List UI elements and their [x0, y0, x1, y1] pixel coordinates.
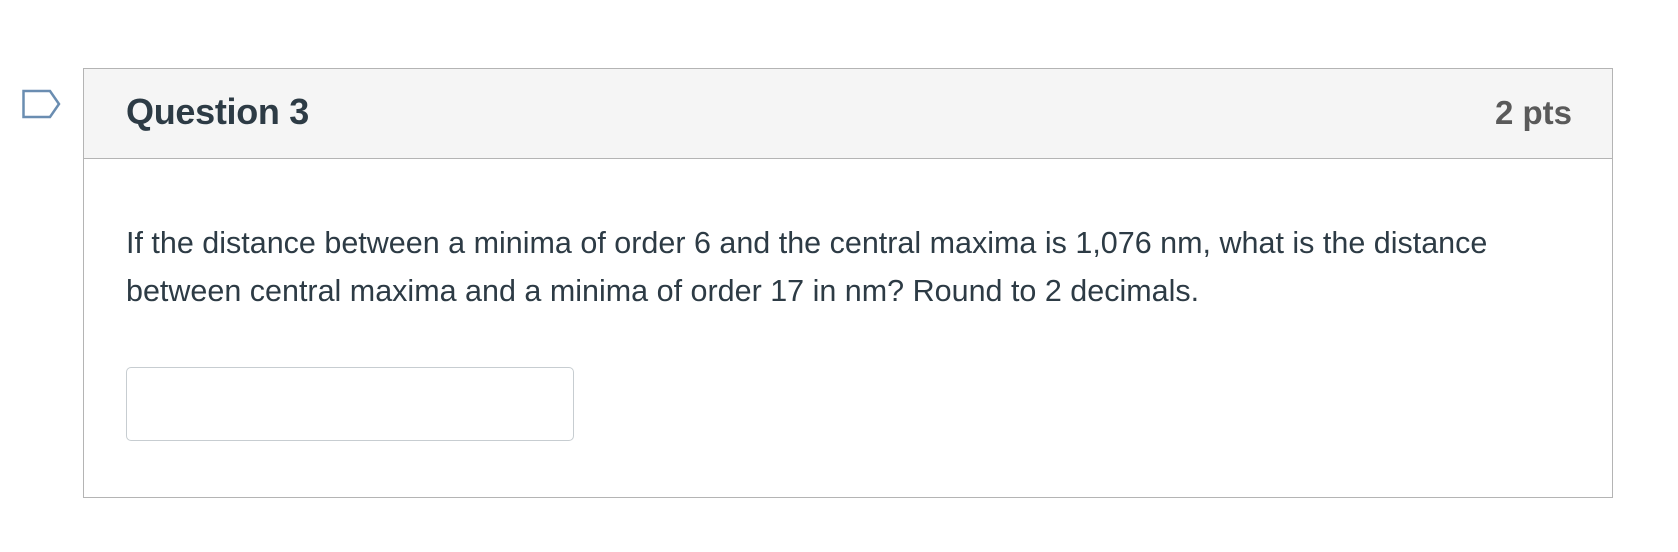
answer-input[interactable] [126, 367, 574, 441]
question-title: Question 3 [126, 91, 310, 132]
question-body: If the distance between a minima of orde… [84, 159, 1612, 441]
question-card: Question 3 2 pts If the distance between… [83, 68, 1613, 498]
question-text: If the distance between a minima of orde… [126, 226, 1488, 308]
question-header: Question 3 2 pts [84, 69, 1612, 159]
question-points: 2 pts [1494, 94, 1572, 131]
flag-question-icon[interactable] [22, 88, 62, 120]
